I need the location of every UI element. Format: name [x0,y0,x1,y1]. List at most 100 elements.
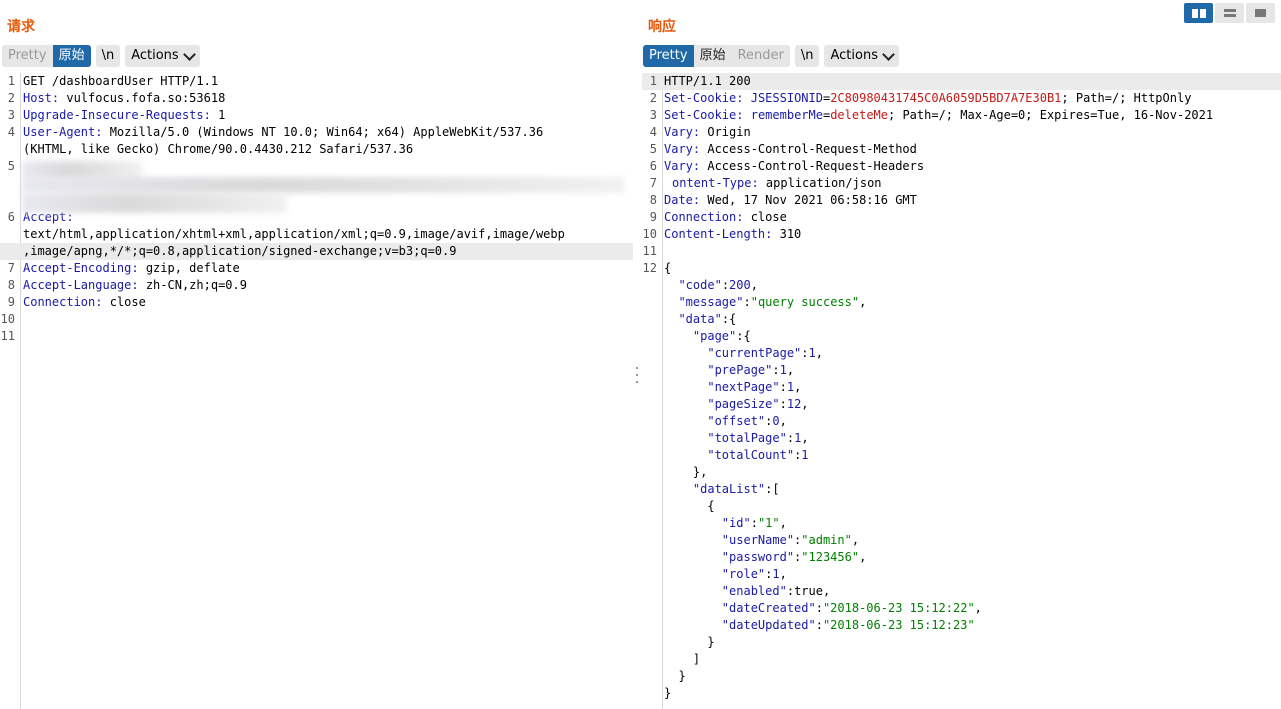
code-line: 10 Content-Length: 310 [642,226,1281,243]
code-line: "password":"123456", [642,549,1281,566]
response-lines: 1 HTTP/1.1 200 2 Set-Cookie: JSESSIONID=2C8… [642,73,1281,702]
code-line: 11 [642,243,1281,260]
code-line: } [642,634,1281,651]
syntax-token: , [786,363,795,377]
request-toolbar: Pretty 原始 \n Actions [2,45,200,67]
code-line: 4 User-Agent: Mozilla/5.0 (Windows NT 10.… [0,124,633,141]
pane-divider[interactable] [633,0,642,709]
syntax-token: , [822,584,831,598]
line-number: 1 [7,74,15,88]
request-tab-raw[interactable]: 原始 [52,45,91,67]
header-name: Upgrade-Insecure-Requests: [23,108,211,122]
line-number: 8 [7,278,15,292]
response-view-tabs: Pretty 原始 Render [643,45,790,67]
request-newline-toggle[interactable]: \n [95,45,121,67]
response-editor[interactable]: 1 HTTP/1.1 200 2 Set-Cookie: JSESSIONID=2C8… [642,73,1281,709]
line-number: 5 [7,159,15,173]
syntax-token: , [750,278,758,292]
code-line: "totalCount":1 [642,447,1281,464]
field-value: application/json [758,176,882,190]
code-line: }, [642,464,1281,481]
header-value: vulfocus.fofa.so:53618 [59,91,226,105]
code-line: "userName":"admin", [642,532,1281,549]
syntax-token [664,346,707,360]
field-name: "page" [692,329,737,343]
code-line: 12 { [642,260,1281,277]
code-line: "offset":0, [642,413,1281,430]
line-number: 11 [0,329,15,343]
header-value: gzip, deflate [138,261,240,275]
field-name: "dateUpdated" [721,618,816,632]
field-value: 0 [772,414,780,428]
line-number: 11 [642,244,657,258]
field-value: 2C80980431745C0A6059D5BD7A7E30B1 [830,91,1062,105]
syntax-token: : [721,278,730,292]
field-value: deleteMe [830,108,888,122]
request-actions-button[interactable]: Actions [125,45,200,67]
field-name: "prePage" [707,363,773,377]
single-pane-button[interactable] [1246,3,1275,23]
field-value: "1" [757,516,780,530]
syntax-token [664,550,722,564]
syntax-token: , [859,295,867,309]
syntax-token: } [664,635,715,649]
line-number: 12 [642,261,657,275]
line-number: 8 [649,193,657,207]
chevron-down-icon [882,47,895,61]
syntax-token: : [779,380,787,394]
response-tab-pretty[interactable]: Pretty [643,45,694,67]
field-value: ; Path=/; HttpOnly [1061,91,1192,105]
syntax-token: , [779,414,787,428]
response-actions-button[interactable]: Actions [824,45,899,67]
syntax-token [664,363,707,377]
syntax-token: : [815,618,823,632]
split-rows-button[interactable] [1215,3,1244,23]
redacted-region [22,177,624,193]
code-line: 5 Vary: Access-Control-Request-Method [642,141,1281,158]
syntax-token: : [786,431,795,445]
field-name: "pageSize" [707,397,780,411]
syntax-token: , [794,380,802,394]
code-line: 4 Vary: Origin [642,124,1281,141]
syntax-token: ] [664,652,701,666]
code-line: 7 ontent-Type: application/json [642,175,1281,192]
field-name: Date: [664,193,701,207]
response-newline-toggle[interactable]: \n [794,45,820,67]
request-editor[interactable]: 1 GET /dashboardUser HTTP/1.1 2 Host: vulf… [0,73,633,709]
field-name: "data" [678,312,722,326]
code-line: "totalPage":1, [642,430,1281,447]
field-value: Wed, 17 Nov 2021 06:58:16 GMT [700,193,917,207]
response-tab-raw[interactable]: 原始 [694,45,732,67]
field-name: "userName" [721,533,795,547]
syntax-token: , [815,346,823,360]
code-line: "role":1, [642,566,1281,583]
line-number: 5 [649,142,657,156]
syntax-token: , [974,601,982,615]
split-columns-button[interactable] [1184,3,1213,23]
header-value: text/html,application/xhtml+xml,applicat… [23,227,565,241]
field-name: Set-Cookie: [664,108,744,122]
field-name: "nextPage" [707,380,780,394]
code-line: 10 [0,311,633,328]
code-line: "dateUpdated":"2018-06-23 15:12:23" [642,617,1281,634]
code-line: "dataList":[ [642,481,1281,498]
field-value: true [794,584,823,598]
response-tab-render[interactable]: Render [732,45,790,67]
request-view-tabs: Pretty 原始 [2,45,91,67]
code-line: 8 Date: Wed, 17 Nov 2021 06:58:16 GMT [642,192,1281,209]
field-name: "enabled" [721,584,787,598]
request-tab-pretty[interactable]: Pretty [2,45,53,67]
syntax-token: : [786,584,795,598]
field-value: 12 [786,397,802,411]
chevron-down-icon [182,47,196,61]
field-name: "dateCreated" [721,601,816,615]
syntax-token [664,295,678,309]
field-name: "message" [678,295,744,309]
code-line: "prePage":1, [642,362,1281,379]
code-line: 6 Vary: Access-Control-Request-Headers [642,158,1281,175]
field-value: "2018-06-23 15:12:22" [822,601,975,615]
drag-handle-icon[interactable] [635,367,638,383]
code-line: text/html,application/xhtml+xml,applicat… [0,226,633,243]
line-number: 10 [642,227,657,241]
syntax-token: , [859,550,867,564]
